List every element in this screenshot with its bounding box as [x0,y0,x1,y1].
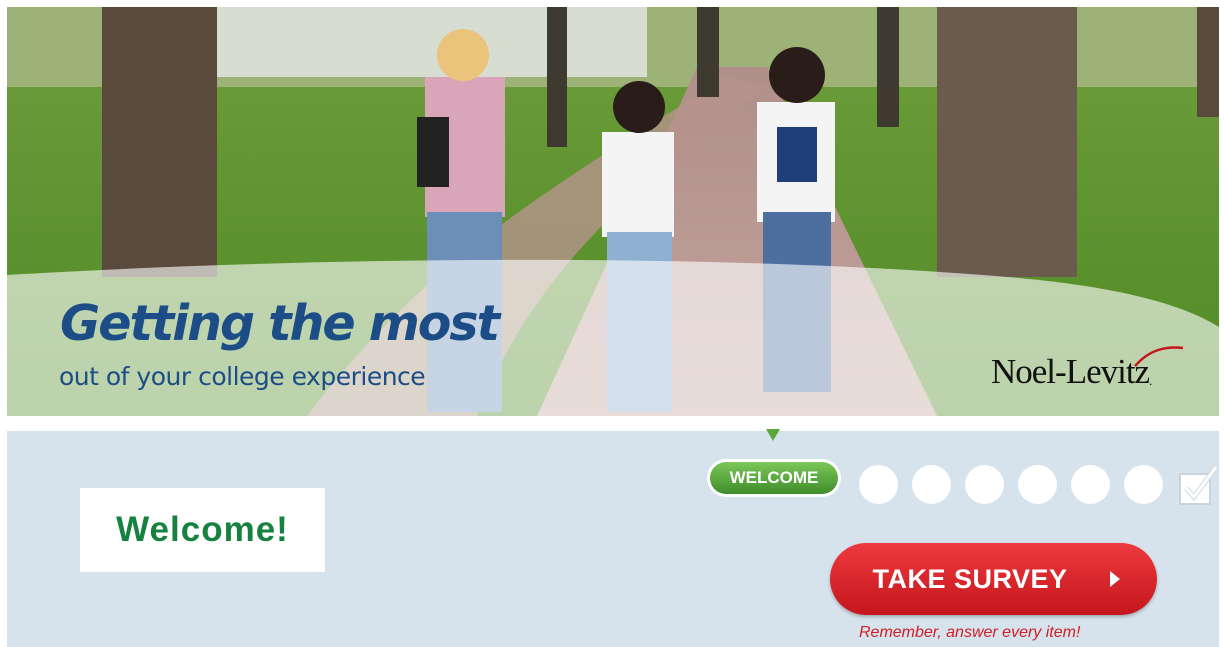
progress-step-2 [859,465,898,504]
reminder-text: Remember, answer every item! [859,624,1081,641]
take-survey-button[interactable]: TAKE SURVEY [830,543,1157,615]
play-arrow-icon [1110,571,1120,587]
swoosh-icon [1134,346,1184,367]
welcome-heading: Welcome! [116,510,289,549]
brand-logo: Noel-Levitz. [991,346,1184,392]
progress-step-5 [1018,465,1057,504]
progress-step-7 [1124,465,1163,504]
progress-step-6 [1071,465,1110,504]
brand-name: Noel-Levitz [991,352,1150,391]
survey-panel: WELCOME Welcome! TAKE SURVEY Remember, a… [7,429,1219,647]
progress-step-4 [965,465,1004,504]
brand-mark: . [1149,374,1153,388]
progress-pointer-icon [766,429,780,441]
hero-banner: Getting the most out of your college exp… [7,7,1219,416]
checkbox-check-icon [1179,465,1218,505]
progress-step-label: WELCOME [710,462,838,494]
progress-step-3 [912,465,951,504]
hero-title: Getting the most [60,295,500,352]
hero-subtitle: out of your college experience [59,362,426,391]
welcome-card: Welcome! [80,488,325,572]
take-survey-label: TAKE SURVEY [872,564,1068,594]
progress-step-welcome: WELCOME [707,459,841,497]
